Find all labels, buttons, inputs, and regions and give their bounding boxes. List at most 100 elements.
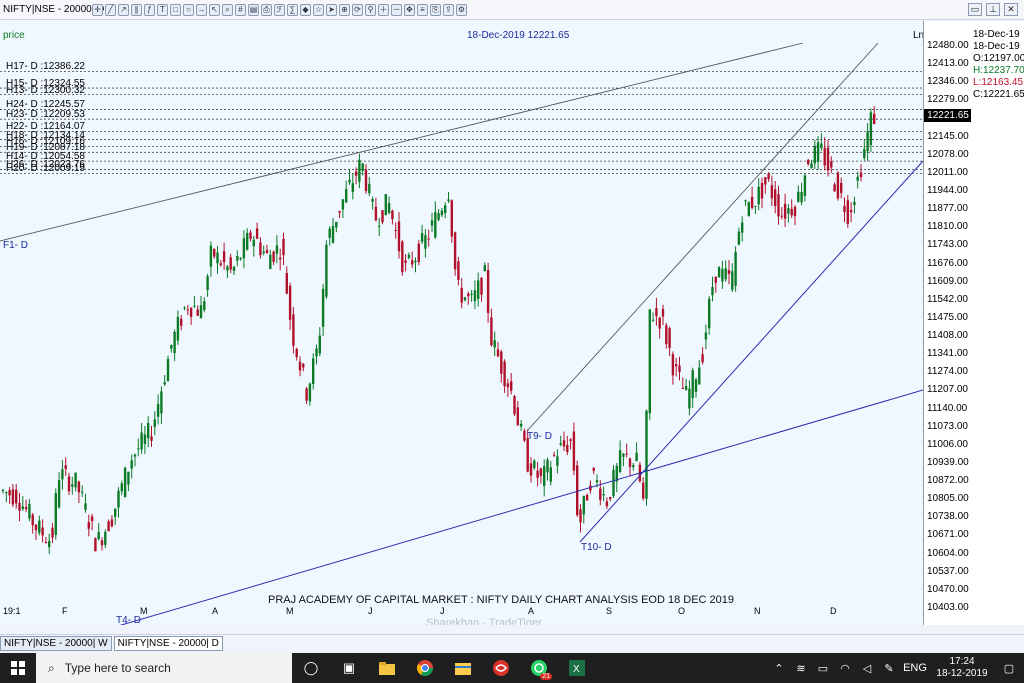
- candle-body: [166, 358, 170, 382]
- candle-body: [757, 186, 760, 205]
- candle-body: [813, 145, 816, 164]
- candle-body: [315, 348, 318, 357]
- candle-body: [691, 370, 694, 399]
- candle-body: [292, 314, 295, 346]
- zoom-out-icon[interactable]: －: [391, 3, 402, 16]
- candle-body: [599, 488, 602, 501]
- candle-body: [500, 351, 503, 374]
- study-icon[interactable]: ∑: [287, 3, 298, 16]
- marker-icon[interactable]: ◆: [300, 3, 311, 16]
- tab-daily[interactable]: NIFTY|NSE - 20000| D: [113, 636, 223, 651]
- price-tick: 10403.00: [927, 602, 969, 613]
- candle-body: [193, 305, 196, 307]
- arrow-icon[interactable]: →: [196, 3, 207, 16]
- candle-body: [262, 251, 265, 254]
- pen-icon[interactable]: ✎: [878, 662, 900, 675]
- candle-body: [11, 489, 15, 505]
- watermark: Sharekhan - TradeTiger: [426, 617, 542, 625]
- candle-body: [760, 183, 764, 199]
- pan-icon[interactable]: ✥: [404, 3, 415, 16]
- taskbar-search[interactable]: ⌕ Type here to search: [36, 653, 292, 683]
- network-icon[interactable]: ≋: [790, 662, 812, 675]
- battery-icon[interactable]: ▭: [812, 662, 834, 675]
- price-axis[interactable]: 12480.00 12413.00 12346.00 12279.00 12145.00…: [923, 21, 972, 625]
- candle-body: [549, 467, 552, 482]
- candle-body: [658, 317, 661, 329]
- star-icon[interactable]: ☆: [313, 3, 324, 16]
- candle-body: [269, 254, 272, 270]
- candle-body: [787, 208, 790, 214]
- text-icon[interactable]: T: [157, 3, 168, 16]
- zoom-icon[interactable]: ⌕: [222, 3, 233, 16]
- candle-body: [67, 476, 71, 492]
- chrome-icon[interactable]: [406, 653, 444, 683]
- candle-body: [793, 206, 797, 217]
- whatsapp-icon[interactable]: 21: [520, 653, 558, 683]
- candlestick-chart[interactable]: [0, 21, 923, 625]
- refresh-icon[interactable]: ⟳: [352, 3, 363, 16]
- candle-body: [546, 459, 549, 473]
- cortana-icon[interactable]: ◯: [292, 653, 330, 683]
- x-tick: A: [528, 606, 535, 616]
- volume-icon[interactable]: ◁: [856, 662, 878, 675]
- language-indicator[interactable]: ENG: [900, 662, 930, 674]
- print-icon[interactable]: ⎙: [261, 3, 272, 16]
- pin-icon[interactable]: ⊥: [986, 3, 1000, 16]
- candle-body: [335, 221, 338, 228]
- candle-body: [562, 440, 566, 447]
- settings-icon[interactable]: ⚙: [456, 3, 467, 16]
- tradetiger-icon[interactable]: [482, 653, 520, 683]
- candle-body: [371, 199, 374, 202]
- rect-icon[interactable]: □: [170, 3, 181, 16]
- candle-body: [797, 191, 800, 202]
- export-icon[interactable]: ⇪: [443, 3, 454, 16]
- crosshair-icon[interactable]: ✛: [92, 3, 103, 16]
- windows-start-icon[interactable]: [0, 653, 36, 683]
- grid-icon[interactable]: #: [235, 3, 246, 16]
- save-icon[interactable]: ▤: [248, 3, 259, 16]
- candle-body: [665, 325, 668, 345]
- channel-icon[interactable]: ∥: [131, 3, 142, 16]
- taskbar-clock[interactable]: 17:24 18-12-2019: [930, 656, 994, 680]
- candle-body: [714, 276, 717, 283]
- restore-icon[interactable]: ▭: [968, 3, 982, 16]
- magnet-icon[interactable]: ⊕: [339, 3, 350, 16]
- candle-body: [84, 503, 87, 510]
- search-icon[interactable]: ⚲: [365, 3, 376, 16]
- folder-icon[interactable]: [444, 653, 482, 683]
- fib-icon[interactable]: ƒ: [144, 3, 155, 16]
- file-explorer-icon[interactable]: [368, 653, 406, 683]
- candle-body: [523, 430, 526, 441]
- candle-body: [170, 345, 173, 349]
- zoom-in-icon[interactable]: ＋: [378, 3, 389, 16]
- copy-icon[interactable]: ⎘: [430, 3, 441, 16]
- candle-body: [374, 206, 378, 221]
- trendline-label-t4: T4- D: [116, 615, 141, 625]
- chevron-up-icon[interactable]: ⌃: [768, 662, 790, 675]
- candle-body: [566, 444, 569, 452]
- chart-plot-area[interactable]: price 18-Dec-2019 12221.65 Lnr H17- D :1…: [0, 21, 923, 625]
- tab-weekly[interactable]: NIFTY|NSE - 20000| W: [0, 636, 112, 651]
- ray-icon[interactable]: ↗: [118, 3, 129, 16]
- candle-body: [648, 309, 651, 414]
- scale-label[interactable]: Lnr: [913, 30, 923, 41]
- price-tick: 11609.00: [927, 275, 968, 287]
- system-tray: ⌃ ≋ ▭ ◠ ◁ ✎ ENG 17:24 18-12-2019 ▢: [768, 653, 1024, 683]
- excel-icon[interactable]: X: [558, 653, 596, 683]
- task-view-icon[interactable]: ▣: [330, 653, 368, 683]
- list-icon[interactable]: ≡: [417, 3, 428, 16]
- notifications-icon[interactable]: ▢: [994, 662, 1024, 675]
- candle-body: [750, 196, 754, 208]
- price-tick: 11274.00: [927, 366, 968, 378]
- pointer-icon[interactable]: ➤: [326, 3, 337, 16]
- close-icon[interactable]: ✕: [1004, 3, 1018, 16]
- wifi-icon[interactable]: ◠: [834, 662, 856, 675]
- candle-body: [44, 541, 48, 543]
- indicator-icon[interactable]: ℱ: [274, 3, 285, 16]
- candle-body: [450, 200, 453, 237]
- ellipse-icon[interactable]: ○: [183, 3, 194, 16]
- candle-body: [272, 251, 275, 262]
- candle-body: [38, 520, 41, 533]
- line-icon[interactable]: ╱: [105, 3, 116, 16]
- cursor-icon[interactable]: ↖: [209, 3, 220, 16]
